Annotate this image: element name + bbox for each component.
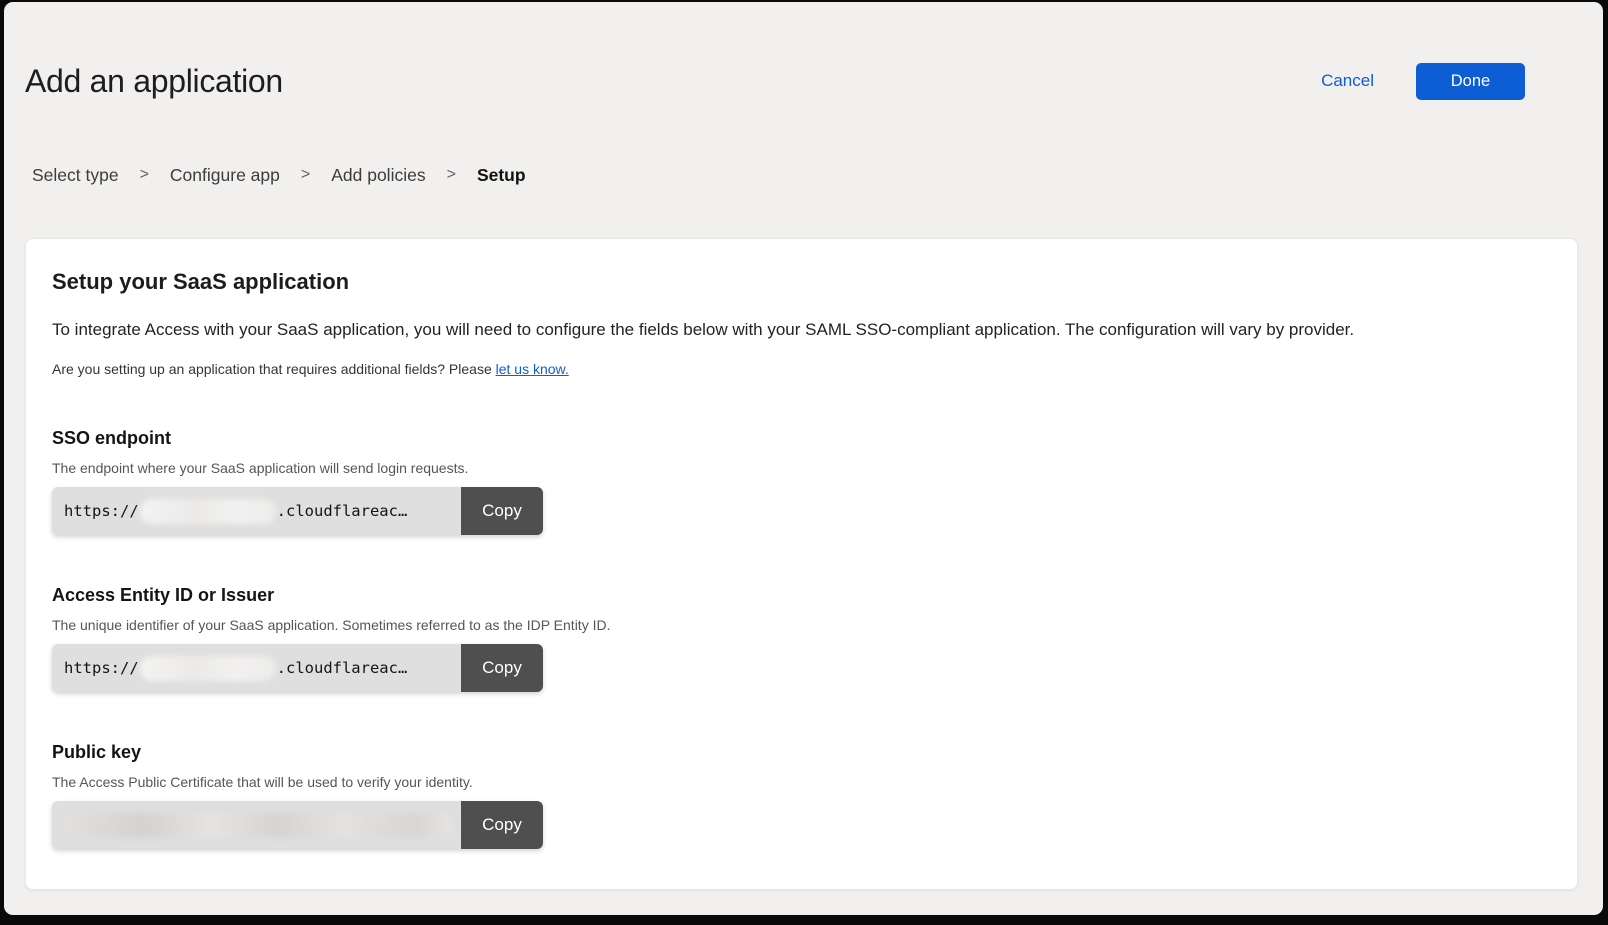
access-entity-id-copy-row: https:// .cloudflareac… Copy [52, 644, 543, 692]
page-title: Add an application [25, 62, 283, 100]
sso-endpoint-label: SSO endpoint [52, 428, 1549, 449]
card-note: Are you setting up an application that r… [52, 361, 1549, 378]
sso-endpoint-copy-button[interactable]: Copy [461, 487, 543, 535]
access-entity-id-section: Access Entity ID or Issuer The unique id… [52, 585, 1549, 692]
access-entity-id-label: Access Entity ID or Issuer [52, 585, 1549, 606]
breadcrumb-setup: Setup [477, 164, 526, 186]
sso-endpoint-copy-row: https:// .cloudflareac… Copy [52, 487, 543, 535]
card-intro: To integrate Access with your SaaS appli… [52, 319, 1549, 341]
url-prefix: https:// [64, 659, 139, 677]
breadcrumb-separator: > [140, 164, 149, 186]
redacted-value [140, 499, 276, 524]
sso-endpoint-value: https:// .cloudflareac… [52, 487, 461, 535]
breadcrumb-separator: > [447, 164, 456, 186]
access-entity-id-value: https:// .cloudflareac… [52, 644, 461, 692]
public-key-label: Public key [52, 742, 1549, 763]
access-entity-id-copy-button[interactable]: Copy [461, 644, 543, 692]
cancel-button[interactable]: Cancel [1321, 71, 1374, 91]
breadcrumb-add-policies[interactable]: Add policies [331, 164, 425, 186]
url-suffix: .cloudflareac… [277, 659, 408, 677]
access-entity-id-description: The unique identifier of your SaaS appli… [52, 617, 1549, 634]
public-key-copy-button[interactable]: Copy [461, 801, 543, 849]
screenshot-frame: Add an application Cancel Done Select ty… [0, 0, 1608, 925]
card-title: Setup your SaaS application [52, 269, 1549, 295]
public-key-description: The Access Public Certificate that will … [52, 774, 1549, 791]
sso-endpoint-description: The endpoint where your SaaS application… [52, 460, 1549, 477]
url-prefix: https:// [64, 502, 139, 520]
breadcrumb-configure-app[interactable]: Configure app [170, 164, 280, 186]
public-key-section: Public key The Access Public Certificate… [52, 742, 1549, 849]
breadcrumb: Select type > Configure app > Add polici… [32, 164, 1603, 186]
page-background: Add an application Cancel Done Select ty… [4, 2, 1603, 915]
page-header: Add an application Cancel Done [4, 2, 1603, 100]
setup-card: Setup your SaaS application To integrate… [25, 238, 1578, 890]
breadcrumb-separator: > [301, 164, 310, 186]
done-button[interactable]: Done [1416, 63, 1525, 100]
redacted-value [140, 656, 276, 681]
sso-endpoint-section: SSO endpoint The endpoint where your Saa… [52, 428, 1549, 535]
public-key-copy-row: Copy [52, 801, 543, 849]
let-us-know-link[interactable]: let us know. [496, 361, 569, 377]
note-text: Are you setting up an application that r… [52, 361, 496, 377]
public-key-value [52, 801, 461, 849]
breadcrumb-select-type[interactable]: Select type [32, 164, 119, 186]
header-actions: Cancel Done [1321, 63, 1525, 100]
redacted-value [64, 813, 453, 838]
url-suffix: .cloudflareac… [277, 502, 408, 520]
